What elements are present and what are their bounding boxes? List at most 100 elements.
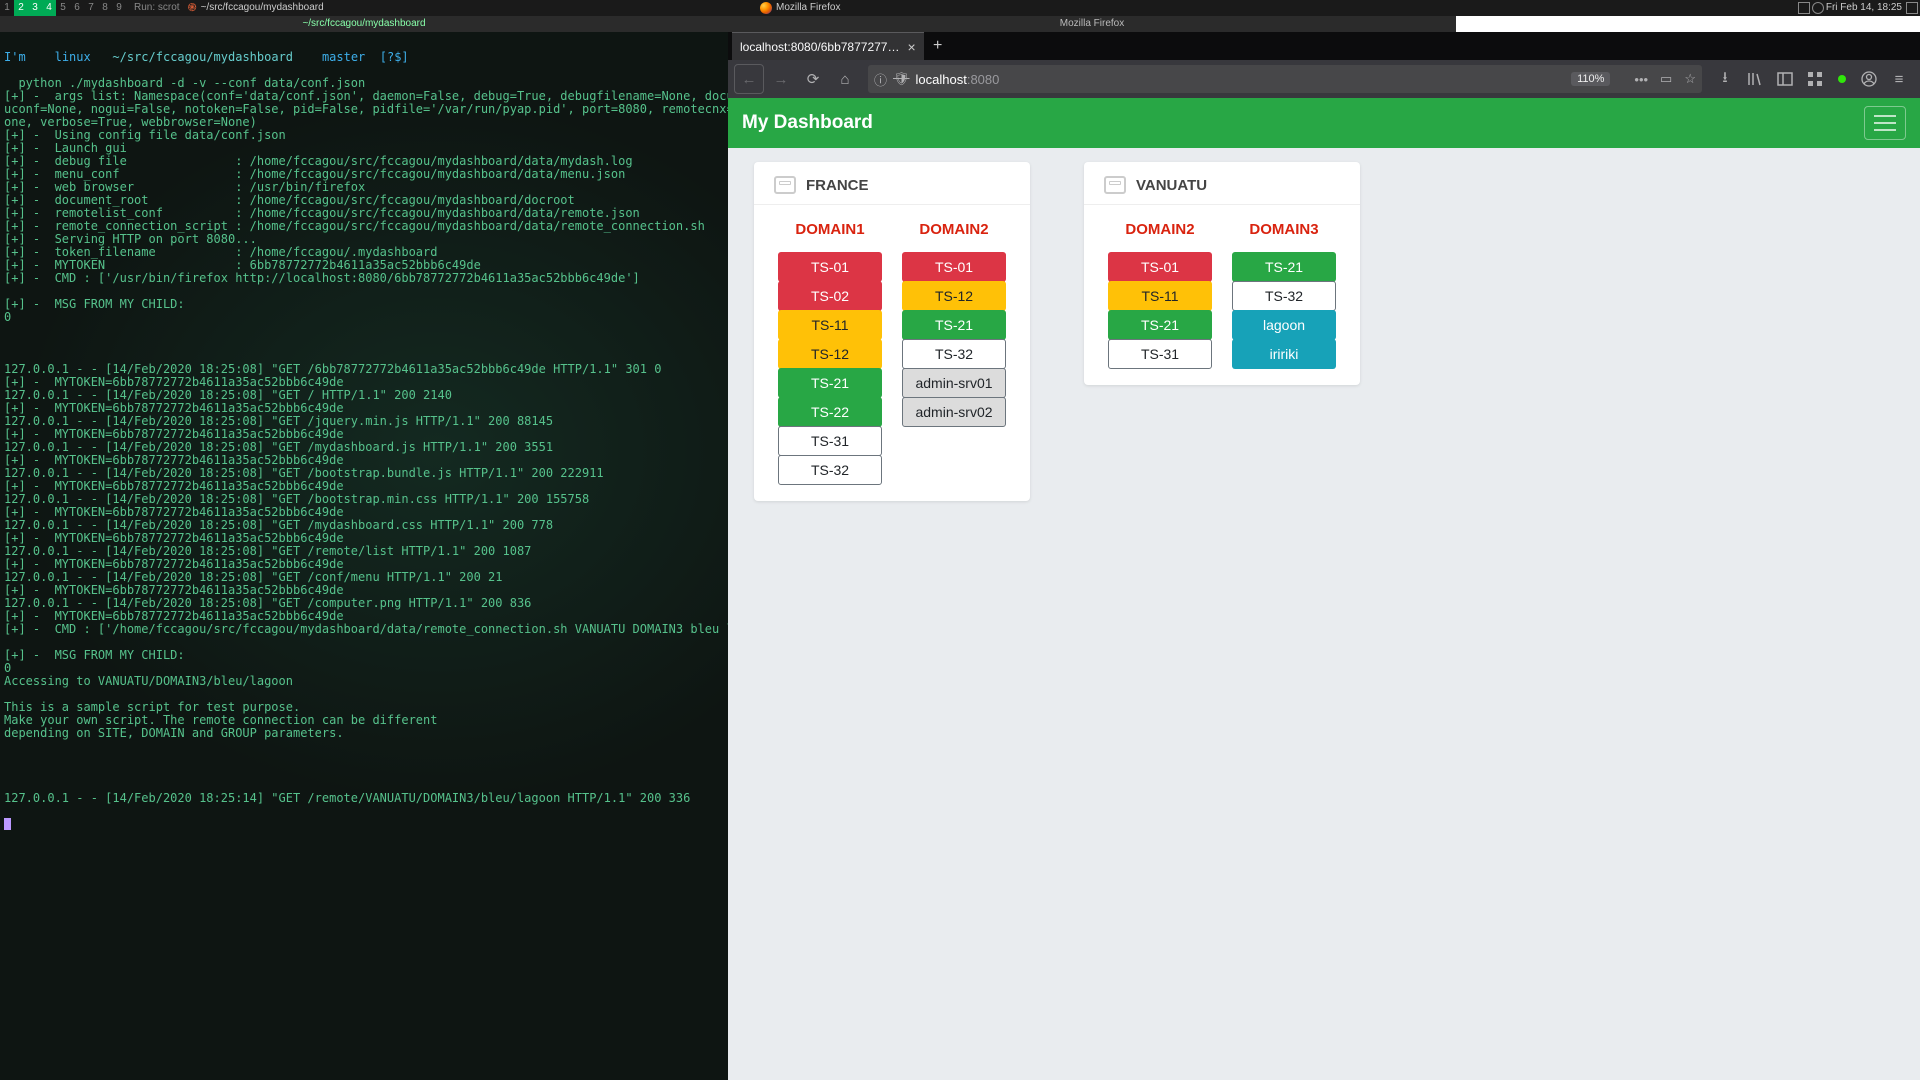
status-cell[interactable]: TS-02 xyxy=(778,281,882,311)
clock: Fri Feb 14, 18:25 xyxy=(1826,0,1906,16)
status-cell[interactable]: lagoon xyxy=(1232,310,1336,340)
taskbar-window-firefox[interactable]: Mozilla Firefox xyxy=(760,0,840,16)
connection-icon: 🛡 xyxy=(893,71,910,87)
page-viewport: My Dashboard FRANCEDOMAIN1TS-01TS-02TS-1… xyxy=(728,98,1920,1080)
tray-keyboard-icon[interactable] xyxy=(1798,2,1810,14)
status-cell[interactable]: TS-31 xyxy=(1108,339,1212,369)
extension-status-dot[interactable] xyxy=(1838,75,1846,83)
domain-column: DOMAIN2 TS-01TS-12TS-21TS-32admin-srv01ad… xyxy=(902,221,1006,485)
tray-power-icon[interactable] xyxy=(1812,2,1824,14)
tab-strip: localhost:8080/6bb7877277… × + xyxy=(728,32,1920,60)
sidebar-icon[interactable] xyxy=(1770,64,1800,94)
firefox-icon xyxy=(760,2,772,14)
status-cell[interactable]: TS-01 xyxy=(1108,252,1212,282)
site-icon xyxy=(774,176,796,194)
status-cell[interactable]: TS-21 xyxy=(1108,310,1212,340)
close-tab-icon[interactable]: × xyxy=(907,33,915,61)
status-cell[interactable]: TS-12 xyxy=(902,281,1006,311)
ps1-user: I'm xyxy=(4,50,26,64)
nav-toolbar: ← → ⟳ ⌂ ⓘ 🛡 localhost:8080 110% ••• ▭ ☆ … xyxy=(728,60,1920,98)
zoom-badge[interactable]: 110% xyxy=(1571,72,1610,86)
status-cell[interactable]: TS-21 xyxy=(902,310,1006,340)
site-name: VANUATU xyxy=(1136,177,1207,194)
firefox-window: localhost:8080/6bb7877277… × + ← → ⟳ ⌂ ⓘ… xyxy=(728,32,1920,1080)
status-cell[interactable]: TS-32 xyxy=(902,339,1006,369)
tab-label: localhost:8080/6bb7877277… xyxy=(740,33,899,61)
workspace-tag[interactable]: 9 xyxy=(112,0,126,16)
status-cell[interactable]: iririki xyxy=(1232,339,1336,369)
page-title: My Dashboard xyxy=(742,112,873,134)
site-name: FRANCE xyxy=(806,177,869,194)
workspace-tag[interactable]: 5 xyxy=(56,0,70,16)
address-bar[interactable]: ⓘ 🛡 localhost:8080 110% ••• ▭ ☆ xyxy=(868,65,1702,93)
ps1-cwd: ~/src/fccagou/mydashboard xyxy=(112,50,293,64)
ps1-status: [?$] xyxy=(380,50,409,64)
wm-title-firefox: Mozilla Firefox xyxy=(728,16,1456,32)
domain-title: DOMAIN3 xyxy=(1249,221,1318,238)
site-info-icon[interactable]: ⓘ xyxy=(874,70,887,89)
workspace-tag[interactable]: 1 xyxy=(0,0,14,16)
app-menu-icon[interactable]: ≡ xyxy=(1884,64,1914,94)
status-cell[interactable]: TS-32 xyxy=(1232,281,1336,311)
home-button[interactable]: ⌂ xyxy=(830,64,860,94)
page-action-dots-icon[interactable]: ••• xyxy=(1634,72,1648,87)
ps1-host: linux xyxy=(55,50,91,64)
status-cell[interactable]: TS-31 xyxy=(778,426,882,456)
run-label: Run: scrot xyxy=(134,0,180,16)
workspace-tag[interactable]: 2 xyxy=(14,0,28,16)
status-cell[interactable]: admin-srv01 xyxy=(902,368,1006,398)
reader-mode-icon[interactable]: ▭ xyxy=(1660,71,1672,87)
addons-grid-icon[interactable] xyxy=(1800,64,1830,94)
nav-hamburger-button[interactable] xyxy=(1864,106,1906,140)
os-taskbar: 123456789 Run: scrot ֎ ~/src/fccagou/myd… xyxy=(0,0,1920,16)
workspace-tag[interactable]: 6 xyxy=(70,0,84,16)
status-cell[interactable]: TS-11 xyxy=(1108,281,1212,311)
url-port: :8080 xyxy=(967,72,1000,87)
status-cell[interactable]: TS-32 xyxy=(778,455,882,485)
workspace-tag[interactable]: 7 xyxy=(84,0,98,16)
status-cell[interactable]: TS-12 xyxy=(778,339,882,369)
workspace-tag[interactable]: 8 xyxy=(98,0,112,16)
bookmark-star-icon[interactable]: ☆ xyxy=(1684,71,1696,87)
wm-title-terminal: ~/src/fccagou/mydashboard xyxy=(0,16,728,32)
site-card: FRANCEDOMAIN1TS-01TS-02TS-11TS-12TS-21TS… xyxy=(754,162,1030,501)
terminal-cursor xyxy=(4,818,11,830)
terminal-output: python ./mydashboard -d -v --conf data/c… xyxy=(4,76,728,805)
domain-title: DOMAIN1 xyxy=(795,221,864,238)
site-card-header: FRANCE xyxy=(754,162,1030,205)
domain-column: DOMAIN3 TS-21TS-32lagooniririki xyxy=(1232,221,1336,369)
taskbar-window-terminal[interactable]: ֎ ~/src/fccagou/mydashboard xyxy=(188,0,324,16)
domain-column: DOMAIN1TS-01TS-02TS-11TS-12TS-21TS-22TS-… xyxy=(778,221,882,485)
status-cell[interactable]: TS-21 xyxy=(1232,252,1336,282)
taskbar-window-terminal-label: ~/src/fccagou/mydashboard xyxy=(201,0,324,16)
tray-misc-icon[interactable] xyxy=(1906,2,1918,14)
site-icon xyxy=(1104,176,1126,194)
downloads-icon[interactable]: ⭳ xyxy=(1710,64,1740,94)
status-cell[interactable]: TS-21 xyxy=(778,368,882,398)
terminal-pane[interactable]: I'm linux ~/src/fccagou/mydashboard mast… xyxy=(0,32,728,1080)
workspace-tag[interactable]: 4 xyxy=(42,0,56,16)
status-cell[interactable]: TS-22 xyxy=(778,397,882,427)
terminal-app-icon: ֎ xyxy=(188,0,197,16)
cards-container: FRANCEDOMAIN1TS-01TS-02TS-11TS-12TS-21TS… xyxy=(728,148,1920,1080)
forward-button[interactable]: → xyxy=(766,64,796,94)
back-button[interactable]: ← xyxy=(734,64,764,94)
status-cell[interactable]: admin-srv02 xyxy=(902,397,1006,427)
url-host: localhost xyxy=(916,72,967,87)
domain-title: DOMAIN2 xyxy=(1125,221,1194,238)
account-icon[interactable] xyxy=(1854,64,1884,94)
taskbar-window-firefox-label: Mozilla Firefox xyxy=(776,0,840,16)
ps1-branch: master xyxy=(322,50,365,64)
site-card-header: VANUATU xyxy=(1084,162,1360,205)
workspace-tags[interactable]: 123456789 xyxy=(0,0,126,16)
status-cell[interactable]: TS-01 xyxy=(778,252,882,282)
domain-title: DOMAIN2 xyxy=(919,221,988,238)
reload-button[interactable]: ⟳ xyxy=(798,64,828,94)
workspace-tag[interactable]: 3 xyxy=(28,0,42,16)
new-tab-button[interactable]: + xyxy=(924,32,952,60)
browser-tab[interactable]: localhost:8080/6bb7877277… × xyxy=(732,32,924,60)
library-icon[interactable] xyxy=(1740,64,1770,94)
site-card: VANUATUDOMAIN2TS-01TS-11TS-21TS-31DOMAIN… xyxy=(1084,162,1360,385)
status-cell[interactable]: TS-01 xyxy=(902,252,1006,282)
status-cell[interactable]: TS-11 xyxy=(778,310,882,340)
